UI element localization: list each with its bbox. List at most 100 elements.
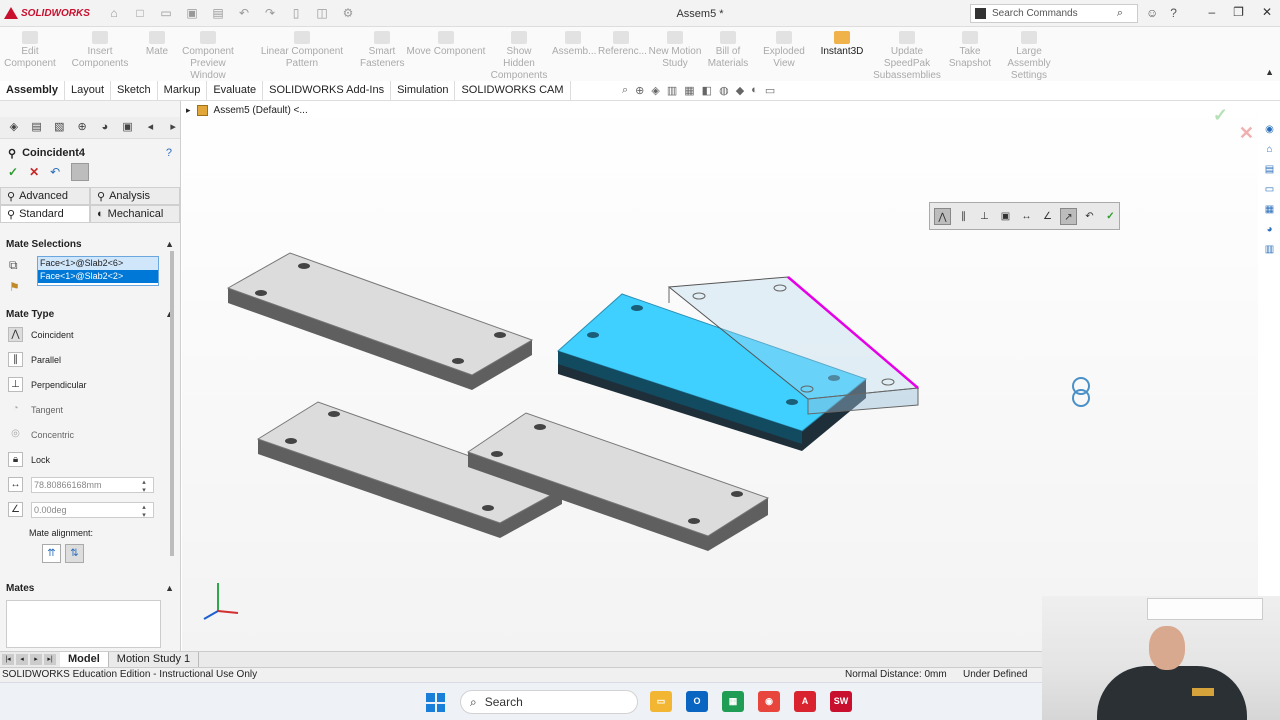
dimxpert-icon[interactable]: ⊕ [75,121,89,134]
configuration-manager-icon[interactable]: ▧ [53,121,67,134]
popup-coincident-icon[interactable]: ⋀ [934,207,951,225]
cmd-edit-component[interactable]: Edit Component [4,31,56,70]
print-icon[interactable]: ▤ [210,6,226,20]
hide-show-icon[interactable]: ◍ [719,84,729,97]
cam-manager-icon[interactable]: ▣ [121,121,135,134]
selection-item[interactable]: Face<1>@Slab2<6> [38,257,158,270]
popup-ok-icon[interactable]: ✓ [1102,208,1119,225]
search-commands-input[interactable]: Search Commands ⌕ [970,4,1138,23]
popup-angle-icon[interactable]: ∠ [1039,208,1056,225]
mate-selections-list[interactable]: Face<1>@Slab2<6> Face<1>@Slab2<2> [37,256,159,286]
solidworks-logo[interactable]: SOLIDWORKS [0,7,92,19]
popup-lock-icon[interactable]: ▣ [997,208,1014,225]
display-style-icon[interactable]: ◧ [702,84,712,97]
file-explorer-icon[interactable]: ▭ [1263,183,1277,196]
tab-assembly[interactable]: Assembly [0,81,65,100]
ok-check-icon[interactable]: ✓ [8,165,18,179]
mates-list[interactable] [6,600,161,648]
tab-layout[interactable]: Layout [65,81,112,100]
home-icon[interactable]: ⌂ [106,6,122,20]
mate-type-header[interactable]: Mate Type ▲ [0,306,180,322]
windows-start-icon[interactable] [426,693,445,712]
cmd-smart-fasteners[interactable]: Smart Fasteners [360,31,404,70]
outlook-app-icon[interactable]: O [686,691,708,712]
cmd-reference-geometry[interactable]: Referenc... [598,31,647,58]
selection-filter-icon[interactable]: ⚑ [9,280,20,294]
cmd-exploded-view[interactable]: Exploded View [752,31,816,70]
cmd-component-preview[interactable]: Component Preview Window [172,31,244,82]
mate-type-coincident[interactable]: ⋀ Coincident [0,322,180,347]
aligned-icon[interactable]: ⇈ [42,544,61,563]
tab-model[interactable]: Model [60,652,109,667]
tab-evaluate[interactable]: Evaluate [207,81,264,100]
popup-parallel-icon[interactable]: ∥ [955,208,972,225]
cmd-large-assembly-settings[interactable]: Large Assembly Settings [994,31,1064,82]
mate-type-parallel[interactable]: ∥ Parallel [0,347,180,372]
home-icon[interactable]: ⌂ [1263,143,1277,156]
options-gear-icon[interactable]: ⚙ [340,6,356,20]
rebuild-icon[interactable]: ◫ [314,6,330,20]
cmd-instant3d[interactable]: Instant3D [820,31,864,58]
tab-sketch[interactable]: Sketch [111,81,158,100]
custom-properties-icon[interactable]: ▥ [1263,243,1277,256]
tab-motion-study[interactable]: Motion Study 1 [109,652,200,667]
mates-header[interactable]: Mates ▲ [0,580,180,596]
display-manager-icon[interactable]: ◕ [98,121,112,134]
cancel-x-icon[interactable]: ✕ [29,165,39,179]
mate-type-concentric[interactable]: ◎ Concentric [0,422,180,447]
collapse-chevron-icon[interactable]: ▲ [165,239,174,249]
section-view-icon[interactable]: ▥ [667,84,677,97]
undo-icon[interactable]: ↶ [236,6,252,20]
pm-scrollbar[interactable] [170,251,174,556]
collapse-ribbon-icon[interactable]: ▲ [1265,67,1274,77]
redo-icon[interactable]: ↷ [262,6,278,20]
mate-type-perpendicular[interactable]: ⊥ Perpendicular [0,372,180,397]
subtab-analysis[interactable]: ⚲ Analysis [90,187,180,205]
collapse-chevron-icon[interactable]: ▲ [165,583,174,593]
minimize-icon[interactable]: – [1208,5,1215,19]
restore-icon[interactable]: ❐ [1233,5,1244,19]
last-tab-icon[interactable]: ▸| [44,654,56,665]
cmd-mate[interactable]: Mate [142,31,172,58]
cmd-update-speedpak[interactable]: Update SpeedPak Subassemblies [868,31,946,82]
taskbar-search[interactable]: ⌕ Search [460,690,638,714]
edit-appearance-icon[interactable]: ◆ [736,84,744,97]
cmd-bill-of-materials[interactable]: Bill of Materials [706,31,750,70]
feature-manager-icon[interactable]: ◈ [7,121,21,134]
subtab-advanced[interactable]: ⚲ Advanced [0,187,90,205]
selection-item[interactable]: Face<1>@Slab2<2> [38,270,158,283]
subtab-standard[interactable]: ⚲ Standard [0,205,90,223]
cmd-show-hidden[interactable]: Show Hidden Components [490,31,548,82]
view-palette-icon[interactable]: ▦ [1263,203,1277,216]
next-tab-icon[interactable]: ▸ [30,654,42,665]
cmd-assembly-features[interactable]: Assemb... [552,31,596,58]
cmd-move-component[interactable]: Move Component [406,31,486,58]
tab-simulation[interactable]: Simulation [391,81,456,100]
help-icon[interactable]: ? [1170,6,1177,20]
model-viewport[interactable] [182,101,1258,651]
view-orientation-icon[interactable]: ▦ [684,84,694,97]
open-file-icon[interactable]: ▭ [158,6,174,20]
tab-markup[interactable]: Markup [158,81,208,100]
solidworks-resources-icon[interactable]: ◉ [1263,123,1277,136]
angle-field[interactable]: 0.00deg [31,501,154,519]
tab-addins[interactable]: SOLIDWORKS Add-Ins [263,81,392,100]
popup-distance-icon[interactable]: ↔ [1018,208,1035,225]
popup-perpendicular-icon[interactable]: ⊥ [976,208,993,225]
magnifier-icon[interactable]: ⌕ [1117,7,1123,20]
help-icon[interactable]: ? [166,147,172,159]
mate-type-lock[interactable]: 🔒︎ Lock [0,447,180,472]
popup-undo-icon[interactable]: ↶ [1081,208,1098,225]
chrome-app-icon[interactable]: ◉ [758,691,780,712]
distance-field[interactable]: 78.80866168mm [31,476,154,494]
undo-icon[interactable]: ↶ [50,165,60,179]
first-tab-icon[interactable]: |◂ [2,654,14,665]
subtab-mechanical[interactable]: ◐ Mechanical [90,205,180,223]
popup-flip-icon[interactable]: ↗ [1060,207,1077,225]
autocad-app-icon[interactable]: A [794,691,816,712]
confirm-corner-ok-icon[interactable]: ✓ [1213,105,1228,126]
property-manager-icon[interactable]: ▤ [30,121,44,134]
new-file-icon[interactable]: □ [132,6,148,20]
anti-aligned-icon[interactable]: ⇅ [65,544,84,563]
prev-tab-icon[interactable]: ◂ [16,654,28,665]
